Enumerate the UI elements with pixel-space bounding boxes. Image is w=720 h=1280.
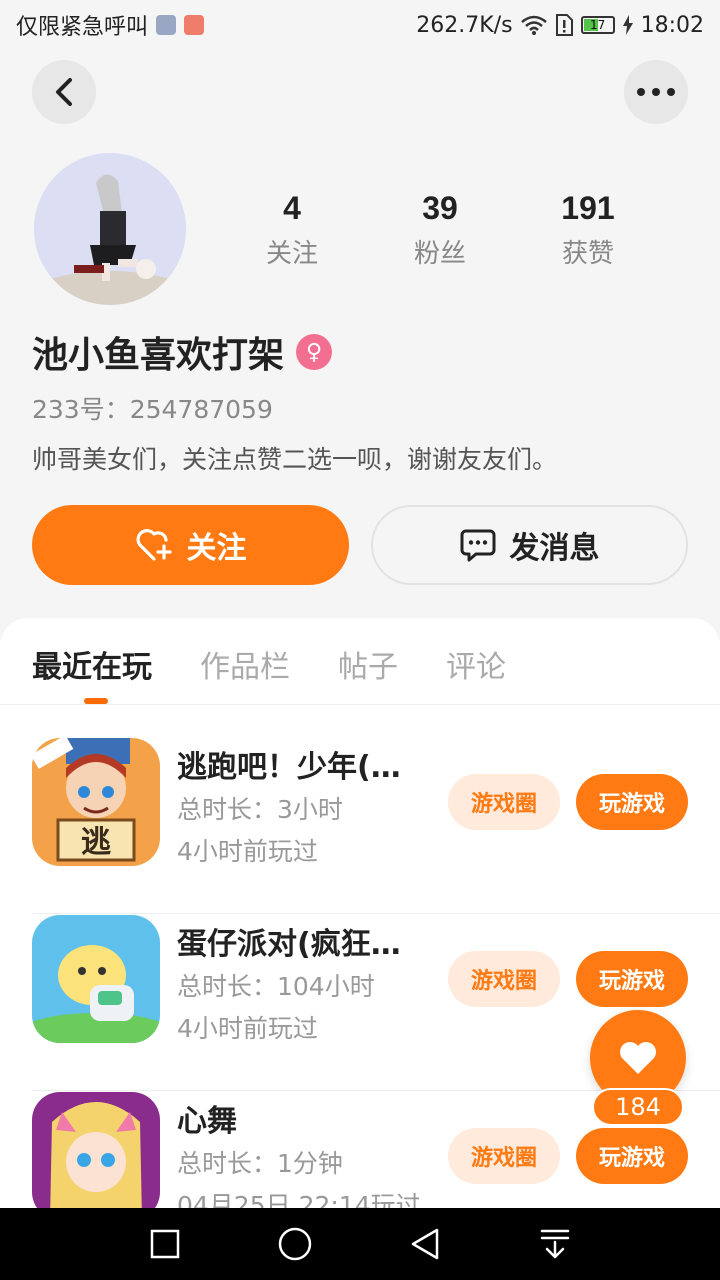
more-icon: [637, 88, 675, 96]
play-game-button[interactable]: 玩游戏: [576, 774, 688, 830]
game-circle-button[interactable]: 游戏圈: [448, 1128, 560, 1184]
sim-alert-icon: [555, 14, 573, 36]
user-name: 池小鱼喜欢打架: [32, 335, 285, 376]
back-nav-button[interactable]: [401, 1220, 449, 1268]
network-speed: 262.7K/s: [416, 12, 513, 38]
game-icon[interactable]: [32, 915, 160, 1043]
stat-followers[interactable]: 39 粉丝: [380, 190, 500, 270]
avatar[interactable]: [34, 153, 186, 305]
row-divider: [32, 913, 720, 914]
play-game-button[interactable]: 玩游戏: [576, 1128, 688, 1184]
square-icon: [150, 1229, 180, 1259]
shield-icon: [156, 15, 177, 35]
more-button[interactable]: [624, 60, 688, 124]
message-button[interactable]: 发消息: [371, 505, 688, 585]
game-icon[interactable]: [32, 1092, 160, 1208]
game-title: 蛋仔派对(疯狂…: [177, 927, 401, 962]
avatar-image: [34, 153, 186, 305]
battery-level: 17: [589, 18, 606, 32]
play-game-button[interactable]: 玩游戏: [576, 951, 688, 1007]
tab-posts[interactable]: 帖子: [338, 642, 398, 686]
circle-icon: [278, 1227, 312, 1261]
download-icon: [540, 1229, 570, 1259]
following-label: 关注: [265, 239, 318, 269]
carrier-text: 仅限紧急呼叫: [16, 15, 149, 40]
follow-label: 关注: [186, 531, 247, 566]
game-last-played: 04月25日 22:14玩过: [177, 1191, 421, 1208]
game-title: 心舞: [177, 1104, 237, 1139]
svg-text:逃: 逃: [81, 825, 111, 860]
recents-button[interactable]: [141, 1220, 189, 1268]
back-button[interactable]: [32, 60, 96, 124]
game-last-played: 4小时前玩过: [177, 1014, 318, 1043]
followers-count: 39: [422, 190, 458, 226]
stat-following[interactable]: 4 关注: [232, 190, 352, 270]
home-button[interactable]: [271, 1220, 319, 1268]
battery-icon: 17: [580, 16, 615, 34]
tabs-divider: [0, 704, 720, 705]
system-nav-bar: [0, 1208, 720, 1280]
game-playtime: 总时长：1分钟: [177, 1149, 343, 1178]
followers-label: 粉丝: [413, 239, 466, 269]
female-icon: ♀: [296, 334, 333, 370]
notification-pull-button[interactable]: [531, 1220, 579, 1268]
name-row: 池小鱼喜欢打架 ♀: [32, 326, 333, 378]
triangle-back-icon: [411, 1228, 439, 1260]
game-row[interactable]: 逃 逃跑吧！少年(… 总时长：3小时 4小时前玩过 游戏圈 玩游戏: [32, 738, 720, 914]
follow-button[interactable]: 关注: [32, 505, 349, 585]
game-playtime: 总时长：3小时: [177, 795, 343, 824]
game-last-played: 4小时前玩过: [177, 837, 318, 866]
game-icon[interactable]: 逃: [32, 738, 160, 866]
game-title: 逃跑吧！少年(…: [177, 750, 401, 785]
user-id: 233号：254787059: [32, 395, 273, 424]
tab-bar: 最近在玩 作品栏 帖子 评论: [32, 642, 506, 686]
likes-count: 191: [561, 190, 615, 226]
heart-icon: [620, 1042, 656, 1074]
tab-comments[interactable]: 评论: [446, 642, 506, 686]
game-circle-button[interactable]: 游戏圈: [448, 951, 560, 1007]
like-count: 184: [592, 1088, 684, 1126]
chat-icon: [460, 529, 495, 562]
user-bio: 帅哥美女们，关注点赞二选一呗，谢谢友友们。: [32, 445, 558, 474]
tab-recent[interactable]: 最近在玩: [32, 642, 152, 686]
likes-label: 获赞: [561, 239, 614, 269]
following-count: 4: [283, 190, 301, 226]
game-circle-button[interactable]: 游戏圈: [448, 774, 560, 830]
stat-likes[interactable]: 191 获赞: [528, 190, 648, 270]
wifi-icon: [520, 15, 547, 35]
heart-plus-icon: [136, 529, 172, 561]
clock: 18:02: [640, 12, 704, 38]
back-icon: [56, 78, 72, 106]
message-label: 发消息: [509, 531, 600, 566]
charging-icon: [622, 15, 633, 35]
bag-icon: [184, 15, 205, 35]
status-bar: 仅限紧急呼叫 262.7K/s 17 18:02: [0, 0, 720, 50]
game-playtime: 总时长：104小时: [177, 972, 375, 1001]
tab-works[interactable]: 作品栏: [200, 642, 290, 686]
